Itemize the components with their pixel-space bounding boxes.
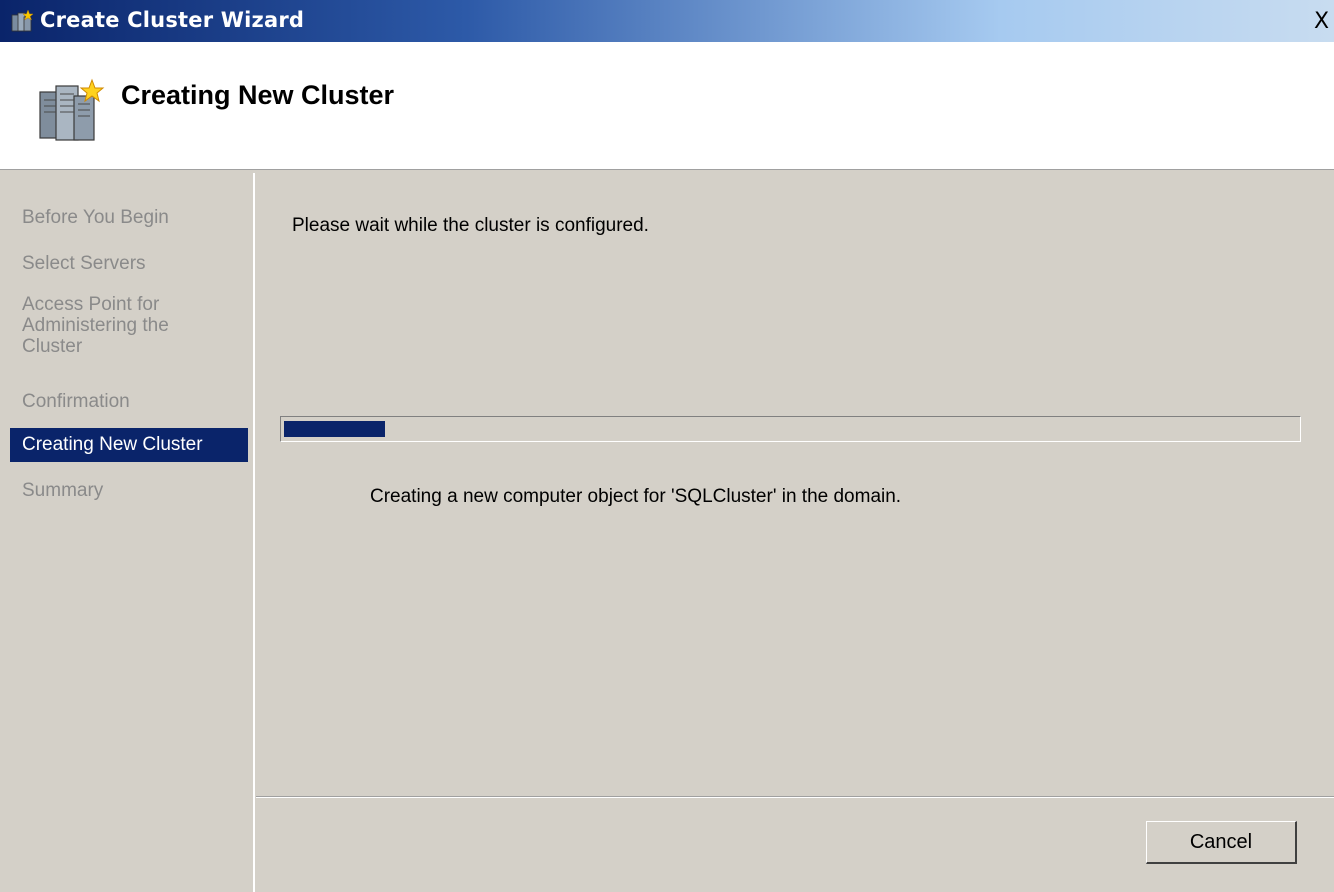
title-bar[interactable]: Create Cluster Wizard X [0,0,1334,42]
step-access-point: Access Point for Administering the Clust… [22,294,169,357]
close-button[interactable]: X [1314,10,1334,34]
step-creating-new-cluster: Creating New Cluster [10,428,248,462]
main-content: Please wait while the cluster is configu… [256,173,1334,795]
progress-bar [280,416,1301,442]
step-confirmation: Confirmation [22,391,130,412]
cluster-wizard-icon [11,9,34,32]
step-select-servers: Select Servers [22,253,146,274]
wait-message: Please wait while the cluster is configu… [292,215,649,236]
progress-fill [284,421,385,437]
page-title: Creating New Cluster [121,80,395,110]
footer-divider [256,796,1334,798]
step-summary: Summary [22,480,104,501]
step-before-you-begin: Before You Begin [22,207,169,228]
wizard-steps-sidebar: Before You Begin Select Servers Access P… [0,173,255,892]
cluster-servers-icon [39,78,105,141]
wizard-header: Creating New Cluster [0,42,1334,170]
window-title: Create Cluster Wizard [40,8,305,32]
status-message: Creating a new computer object for 'SQLC… [370,486,902,507]
cancel-button[interactable]: Cancel [1146,821,1297,864]
